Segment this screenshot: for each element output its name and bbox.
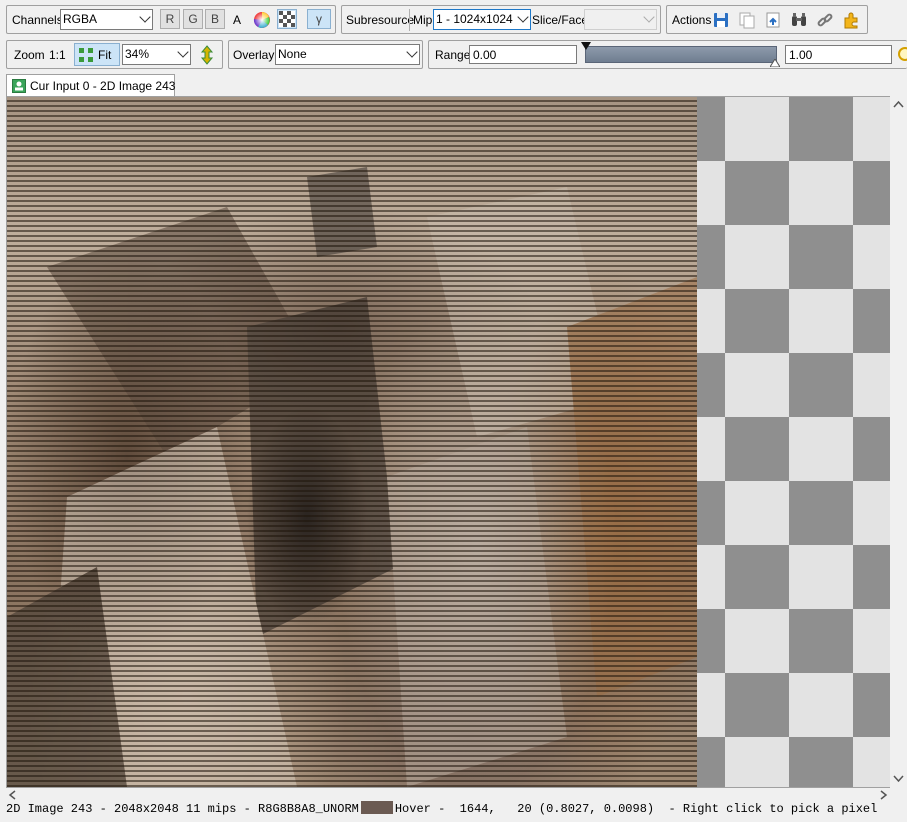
overlay-group: Overlay None [228,40,423,69]
mip-value: 1 - 1024x1024 [436,12,513,26]
subresource-label: Subresource [346,13,415,27]
slice-face-select[interactable] [584,9,657,30]
mip-select[interactable]: 1 - 1024x1024 [433,9,531,30]
scroll-right-icon[interactable] [876,788,890,802]
range-max-input[interactable]: 1.00 [785,45,892,64]
tab-cur-input[interactable]: Cur Input 0 - 2D Image 243 [6,74,175,97]
texture-viewport[interactable] [6,96,894,788]
copy-icon[interactable] [737,10,757,30]
checkerboard-toggle[interactable] [277,9,297,29]
horizontal-scrollbar[interactable] [6,788,890,802]
range-group: Range 0.00 1.00 [428,40,907,69]
zoom-range-icon[interactable] [896,45,907,65]
texture-image[interactable] [7,97,697,787]
mip-label: Mip [413,13,433,27]
zoom-select[interactable]: 34% [122,44,191,65]
status-bar: 2D Image 243 - 2048x2048 11 mips - R8G8B… [6,801,906,818]
status-texture-info: 2D Image 243 - 2048x2048 11 mips - R8G8B… [6,802,359,816]
channel-a-toggle[interactable]: A [233,13,241,27]
zoom-group: Zoom 1:1 Fit 34% [6,40,223,69]
subresource-group: Subresource Mip 1 - 1024x1024 Slice/Face [341,5,661,34]
vertical-scrollbar[interactable] [890,96,907,788]
actions-group: Actions [666,5,868,34]
range-slider[interactable] [585,46,777,63]
range-max-handle[interactable] [770,59,780,67]
overlay-label: Overlay [233,48,275,62]
status-hover-info: Hover - 1644, 20 (0.8027, 0.0098) - Righ… [394,802,878,816]
color-wheel-icon[interactable] [252,10,272,30]
link-icon[interactable] [815,10,835,30]
gamma-toggle[interactable]: γ [307,9,331,29]
chevron-down-icon [517,11,529,23]
channels-group: Channels RGBA R G B A γ [6,5,336,34]
scroll-up-icon[interactable] [890,98,907,112]
range-label: Range [435,48,471,62]
range-min-input[interactable]: 0.00 [469,45,577,64]
range-min-handle[interactable] [581,42,591,50]
checkerboard-icon [279,11,295,27]
tab-label: Cur Input 0 - 2D Image 243 [30,79,176,93]
channels-value: RGBA [63,12,98,26]
scroll-down-icon[interactable] [890,772,907,786]
chevron-down-icon [139,11,151,23]
chevron-down-icon [643,11,655,23]
zoom-label: Zoom [14,48,45,62]
channel-r-toggle[interactable]: R [160,9,180,29]
scroll-left-icon[interactable] [6,788,20,802]
zoom-fit-label: Fit [98,48,112,62]
chevron-down-icon [406,46,418,58]
slice-face-label: Slice/Face [532,13,589,27]
channel-b-toggle[interactable]: B [205,9,225,29]
actions-label: Actions [672,13,712,27]
channel-g-toggle[interactable]: G [183,9,203,29]
chevron-down-icon [177,46,189,58]
overlay-value: None [278,47,307,61]
binoculars-icon[interactable] [789,10,809,30]
open-icon[interactable] [763,10,783,30]
channels-select[interactable]: RGBA [60,9,153,30]
save-icon[interactable] [711,10,731,30]
zoom-value: 34% [125,47,150,61]
zoom-fit-button[interactable]: Fit [74,43,120,66]
fit-icon [79,48,93,62]
settings-puzzle-icon[interactable] [841,10,861,30]
overlay-select[interactable]: None [275,44,420,65]
scanline-overlay [7,97,697,787]
zoom-one-to-one-button[interactable]: 1:1 [49,48,66,62]
channels-label: Channels [12,13,63,27]
flip-vertical-icon[interactable] [197,45,217,65]
hover-color-swatch [360,801,393,814]
texture-input-icon [12,79,26,93]
